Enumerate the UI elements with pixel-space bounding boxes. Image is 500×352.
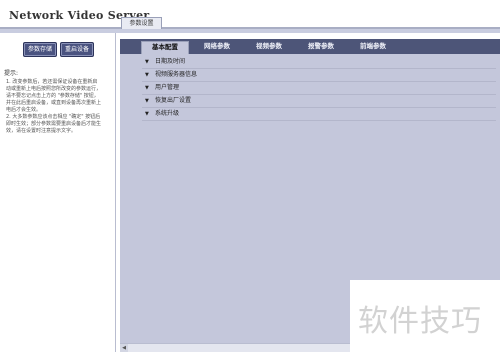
tip-text-2: 2. 大多数参数应该点击相应 "确定" 按钮后即时生效；部分参数需要重启设备后才… — [6, 114, 102, 134]
tips-body: 1. 改变参数后，若还需保证设备在重新启动或重新上电后按照您所改变的参数运行，请… — [6, 79, 102, 135]
tip-text-1: 1. 改变参数后，若还需保证设备在重新启动或重新上电后按照您所改变的参数运行，请… — [6, 79, 102, 113]
section-server-info[interactable]: ▼ 视频服务器信息 — [142, 69, 496, 82]
section-date-time[interactable]: ▼ 日期及时间 — [142, 56, 496, 69]
tab-network-params[interactable]: 网络参数 — [194, 41, 240, 54]
tips-title: 提示: — [4, 70, 19, 77]
reboot-device-button[interactable]: 重启设备 — [60, 42, 94, 57]
section-label: 日期及时间 — [155, 58, 186, 65]
expand-caret-icon: ▼ — [145, 72, 149, 78]
tab-video-params[interactable]: 视频参数 — [246, 41, 292, 54]
watermark: 软件技巧 — [350, 280, 500, 352]
section-factory-reset[interactable]: ▼ 恢复出厂设置 — [142, 95, 496, 108]
expand-caret-icon: ▼ — [145, 85, 149, 91]
section-label: 用户管理 — [155, 84, 180, 91]
section-label: 系统升级 — [155, 110, 180, 117]
section-system-upgrade[interactable]: ▼ 系统升级 — [142, 108, 496, 121]
config-tab-bar: 基本配置 网络参数 视频参数 报警参数 前端参数 — [120, 39, 500, 54]
section-label: 恢复出厂设置 — [155, 97, 192, 104]
expand-caret-icon: ▼ — [145, 59, 149, 65]
section-label: 视频服务器信息 — [155, 71, 198, 78]
section-user-management[interactable]: ▼ 用户管理 — [142, 82, 496, 95]
save-parameters-button[interactable]: 参数存储 — [23, 42, 57, 57]
left-panel: 参数存储 重启设备 提示: 1. 改变参数后，若还需保证设备在重新启动或重新上电… — [0, 33, 116, 352]
tab-alarm-params[interactable]: 报警参数 — [298, 41, 344, 54]
expand-caret-icon: ▼ — [145, 98, 149, 104]
header: Network Video Server 参数设置 — [0, 0, 500, 30]
tab-frontend-params[interactable]: 前端参数 — [350, 41, 396, 54]
expand-caret-icon: ▼ — [145, 111, 149, 117]
tab-basic-config[interactable]: 基本配置 — [141, 41, 189, 54]
watermark-text: 软件技巧 — [358, 304, 482, 339]
section-list: ▼ 日期及时间 ▼ 视频服务器信息 ▼ 用户管理 ▼ 恢复出厂设置 ▼ 系统升级 — [142, 56, 496, 121]
scroll-left-arrow-icon[interactable]: ◀ — [120, 344, 128, 352]
